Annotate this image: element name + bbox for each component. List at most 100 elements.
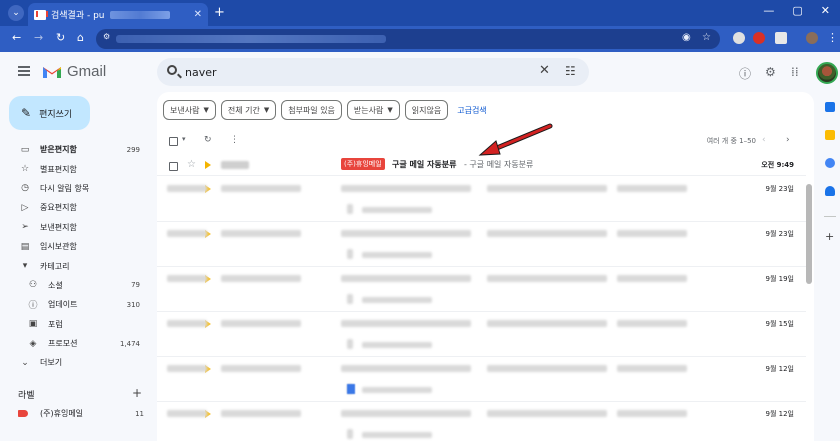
maximize-button[interactable]: ▢ bbox=[792, 4, 802, 17]
new-tab-button[interactable]: + bbox=[214, 5, 225, 20]
back-icon[interactable]: ← bbox=[12, 31, 21, 44]
privacy-eye-icon[interactable]: ◉ bbox=[682, 32, 691, 43]
browser-menu-icon[interactable]: ⋮ bbox=[827, 31, 838, 44]
gmail-favicon-icon bbox=[34, 9, 48, 20]
sidebar-item[interactable]: ☆ 별표편지함 bbox=[0, 159, 150, 178]
sidebar-item[interactable]: ➢ 보낸편지함 bbox=[0, 218, 150, 237]
category-icon: ▾ bbox=[22, 261, 28, 272]
sidebar-item[interactable]: ⌄ 더보기 bbox=[0, 353, 150, 372]
extension-icon[interactable] bbox=[733, 32, 745, 44]
email-date: 오전 9:49 bbox=[761, 161, 794, 169]
tab-search-icon[interactable]: ⌄ bbox=[8, 5, 24, 21]
clear-search-icon[interactable]: ✕ bbox=[539, 63, 550, 78]
sidebar-item[interactable]: ▷ 중요편지함 bbox=[0, 198, 150, 217]
email-row[interactable]: 9월 15일 bbox=[157, 312, 806, 357]
advanced-search-link[interactable]: 고급검색 bbox=[457, 105, 486, 116]
minimize-button[interactable]: — bbox=[763, 4, 774, 17]
sidebar-item-label: 별표편지함 bbox=[40, 164, 77, 174]
site-info-icon[interactable]: ⚙ bbox=[103, 32, 110, 41]
add-label-button[interactable]: + bbox=[132, 386, 142, 400]
search-input[interactable] bbox=[185, 63, 525, 81]
profile-icon[interactable] bbox=[806, 32, 818, 44]
prev-page-icon[interactable]: ‹ bbox=[762, 135, 766, 145]
sidebar-item[interactable]: ◷ 다시 알림 항목 bbox=[0, 179, 150, 198]
calendar-icon[interactable] bbox=[825, 102, 835, 112]
gmail-app: Gmail ✕ ☷ ⓘ ⚙ ⁞⁞ ✎ 편지쓰기 ▭ 받은편지함 299 ☆ 별표편지함 ◷… bbox=[0, 52, 840, 441]
refresh-icon[interactable]: ↻ bbox=[204, 135, 212, 145]
contacts-icon[interactable] bbox=[825, 186, 835, 196]
label-tag-icon bbox=[18, 410, 28, 417]
next-page-icon[interactable]: › bbox=[786, 135, 790, 145]
email-date: 9월 12일 bbox=[765, 410, 794, 418]
sidebar-label-item[interactable]: (주)휴잉메일 11 bbox=[18, 408, 144, 419]
email-row[interactable]: 9월 12일 bbox=[157, 357, 806, 402]
redacted-text bbox=[347, 429, 353, 439]
filter-chip[interactable]: 전체 기간 ▼ bbox=[220, 100, 277, 120]
select-all-checkbox[interactable] bbox=[169, 137, 178, 146]
email-date: 9월 23일 bbox=[765, 230, 794, 238]
url-field[interactable]: ⚙ ◉ ☆ bbox=[96, 29, 720, 49]
forward-icon[interactable]: → bbox=[34, 31, 43, 44]
redacted-text bbox=[341, 365, 471, 372]
sidebar-item[interactable]: ◈ 프로모션 1,474 bbox=[0, 334, 150, 353]
more-actions-icon[interactable]: ⋮ bbox=[230, 135, 239, 145]
browser-tab[interactable]: 검색결과 - pu ✕ bbox=[28, 3, 208, 26]
tab-title: 검색결과 - pu bbox=[51, 11, 105, 21]
gmail-logo-icon[interactable] bbox=[42, 64, 62, 79]
search-icon[interactable] bbox=[167, 65, 177, 75]
email-row[interactable]: ☆ (주)휴잉메일 구글 메일 자동분류 - 구글 메일 자동분류 오전 9:4… bbox=[157, 155, 806, 176]
attachment-icon[interactable] bbox=[347, 384, 355, 394]
redacted-text bbox=[362, 387, 432, 393]
email-row[interactable]: 9월 23일 bbox=[157, 222, 806, 267]
select-dropdown-icon[interactable]: ▾ bbox=[182, 135, 186, 143]
filter-chip-label: 보낸사람 bbox=[170, 105, 200, 115]
annotation-arrow-icon bbox=[478, 123, 553, 156]
tab-title-redacted bbox=[109, 10, 170, 19]
main-menu-icon[interactable] bbox=[18, 66, 30, 76]
settings-gear-icon[interactable]: ⚙ bbox=[765, 65, 776, 79]
important-marker-icon[interactable] bbox=[205, 161, 211, 169]
sidebar-item[interactable]: ⚇ 소셜 79 bbox=[0, 276, 150, 295]
redacted-text bbox=[341, 185, 471, 192]
add-addon-icon[interactable]: + bbox=[825, 230, 834, 243]
redacted-text bbox=[341, 230, 471, 237]
keep-icon[interactable] bbox=[825, 130, 835, 140]
scrollbar[interactable] bbox=[806, 184, 812, 284]
label-count: 11 bbox=[135, 409, 144, 418]
filter-chip[interactable]: 첨부파일 있음 bbox=[281, 100, 342, 120]
filter-chip[interactable]: 읽지않음 bbox=[404, 100, 449, 120]
sidebar-item-label: 더보기 bbox=[40, 358, 63, 368]
row-checkbox[interactable] bbox=[169, 162, 178, 171]
email-row[interactable]: 9월 12일 bbox=[157, 402, 806, 441]
redacted-text bbox=[221, 365, 301, 372]
forums-icon: ▣ bbox=[28, 319, 38, 330]
search-options-icon[interactable]: ☷ bbox=[565, 64, 576, 78]
filter-chip[interactable]: 받는사람 ▼ bbox=[346, 100, 400, 120]
bookmark-star-icon[interactable]: ☆ bbox=[702, 32, 711, 43]
email-row[interactable]: 9월 19일 bbox=[157, 267, 806, 312]
sidebar-item[interactable]: ▾ 카테고리 bbox=[0, 256, 150, 275]
sidebar-item-label: 포럼 bbox=[48, 319, 63, 329]
reload-icon[interactable]: ↻ bbox=[56, 31, 65, 44]
extensions-puzzle-icon[interactable] bbox=[775, 32, 787, 44]
compose-button[interactable]: ✎ 편지쓰기 bbox=[9, 96, 90, 130]
account-avatar[interactable] bbox=[816, 62, 838, 84]
redacted-text bbox=[221, 185, 301, 192]
sidebar-item[interactable]: ▣ 포럼 bbox=[0, 315, 150, 334]
sidebar-item[interactable]: ▤ 임시보관함 bbox=[0, 237, 150, 256]
redacted-text bbox=[347, 249, 353, 259]
redacted-text bbox=[617, 365, 687, 372]
home-icon[interactable]: ⌂ bbox=[77, 31, 84, 44]
help-icon[interactable]: ⓘ bbox=[739, 65, 751, 82]
sidebar-item[interactable]: ⓘ 업데이트 310 bbox=[0, 295, 150, 314]
tasks-icon[interactable] bbox=[825, 158, 835, 168]
star-icon[interactable]: ☆ bbox=[187, 159, 196, 170]
sidebar-item[interactable]: ▭ 받은편지함 299 bbox=[0, 140, 150, 159]
filter-chip[interactable]: 보낸사람 ▼ bbox=[163, 100, 216, 120]
extension-icon[interactable] bbox=[753, 32, 765, 44]
close-window-button[interactable]: ✕ bbox=[821, 4, 830, 17]
tab-close-icon[interactable]: ✕ bbox=[194, 9, 202, 20]
promotions-icon: ◈ bbox=[29, 338, 37, 349]
apps-grid-icon[interactable]: ⁞⁞ bbox=[791, 65, 799, 79]
email-row[interactable]: 9월 23일 bbox=[157, 177, 806, 222]
